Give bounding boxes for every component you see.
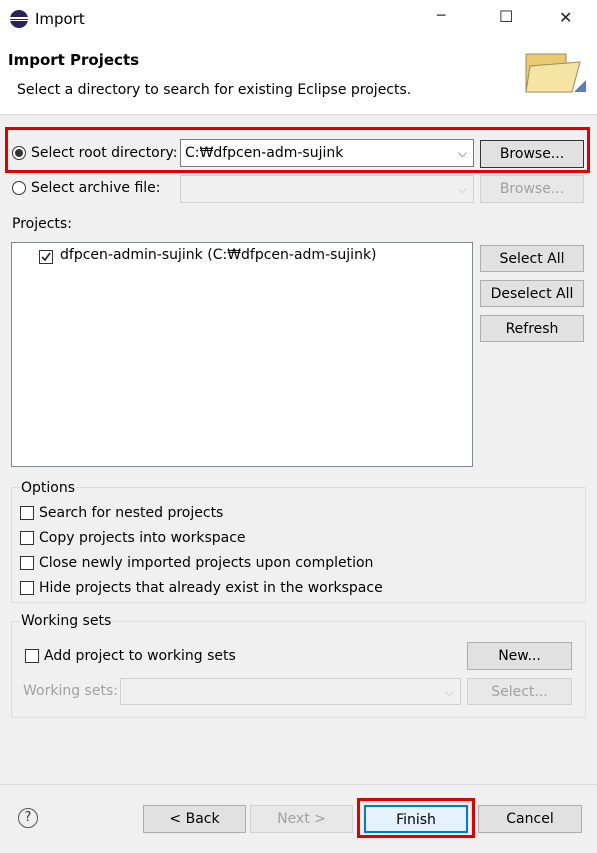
- wizard-header: Import Projects Select a directory to se…: [0, 38, 597, 115]
- maximize-icon[interactable]: ☐: [499, 7, 513, 26]
- footer-divider: [0, 784, 597, 785]
- nested-projects-label: Search for nested projects: [39, 505, 224, 521]
- chevron-down-icon: ⌵: [444, 685, 454, 699]
- projects-label: Projects:: [12, 216, 72, 232]
- browse-archive-button[interactable]: Browse...: [480, 175, 584, 203]
- refresh-button[interactable]: Refresh: [480, 315, 584, 342]
- root-directory-value: C:₩dfpcen-adm-sujink: [185, 145, 344, 161]
- root-directory-radio[interactable]: [12, 146, 26, 160]
- new-working-set-button[interactable]: New...: [467, 642, 572, 670]
- projects-list[interactable]: dfpcen-admin-sujink (C:₩dfpcen-adm-sujin…: [11, 242, 473, 467]
- project-item-label: dfpcen-admin-sujink (C:₩dfpcen-adm-sujin…: [60, 247, 377, 263]
- archive-file-combo[interactable]: ⌵: [180, 175, 474, 203]
- chevron-down-icon: ⌵: [457, 146, 467, 160]
- minimize-icon[interactable]: ─: [437, 8, 445, 24]
- close-projects-checkbox[interactable]: [20, 556, 34, 570]
- close-projects-label: Close newly imported projects upon compl…: [39, 555, 374, 571]
- working-sets-legend: Working sets: [20, 613, 113, 629]
- copy-projects-label: Copy projects into workspace: [39, 530, 246, 546]
- chevron-down-icon: ⌵: [457, 182, 467, 196]
- close-icon[interactable]: ✕: [559, 8, 572, 27]
- root-directory-label: Select root directory:: [31, 145, 178, 161]
- working-sets-combo[interactable]: ⌵: [120, 678, 461, 705]
- hide-projects-label: Hide projects that already exist in the …: [39, 580, 383, 596]
- select-all-button[interactable]: Select All: [480, 245, 584, 272]
- title-bar: Import ─ ☐ ✕: [0, 0, 597, 38]
- finish-button[interactable]: Finish: [364, 805, 468, 833]
- options-legend: Options: [20, 480, 77, 496]
- page-title: Import Projects: [8, 51, 140, 69]
- archive-file-label: Select archive file:: [31, 180, 161, 196]
- copy-projects-checkbox[interactable]: [20, 531, 34, 545]
- add-working-sets-checkbox[interactable]: [25, 649, 39, 663]
- next-button[interactable]: Next >: [250, 805, 353, 833]
- browse-root-button[interactable]: Browse...: [480, 140, 584, 168]
- hide-projects-checkbox[interactable]: [20, 581, 34, 595]
- window-title: Import: [35, 10, 85, 28]
- archive-file-radio[interactable]: [12, 181, 26, 195]
- project-checkbox[interactable]: [39, 250, 53, 264]
- nested-projects-checkbox[interactable]: [20, 506, 34, 520]
- page-description: Select a directory to search for existin…: [17, 82, 412, 98]
- working-sets-label: Working sets:: [23, 683, 118, 699]
- cancel-button[interactable]: Cancel: [478, 805, 582, 833]
- folder-icon: [522, 44, 588, 104]
- back-button[interactable]: < Back: [143, 805, 246, 833]
- add-working-sets-label: Add project to working sets: [44, 648, 236, 664]
- help-icon[interactable]: ?: [18, 808, 38, 828]
- select-working-sets-button[interactable]: Select...: [467, 678, 572, 705]
- root-directory-combo[interactable]: C:₩dfpcen-adm-sujink ⌵: [180, 139, 474, 167]
- eclipse-icon: [10, 10, 28, 28]
- deselect-all-button[interactable]: Deselect All: [480, 280, 584, 307]
